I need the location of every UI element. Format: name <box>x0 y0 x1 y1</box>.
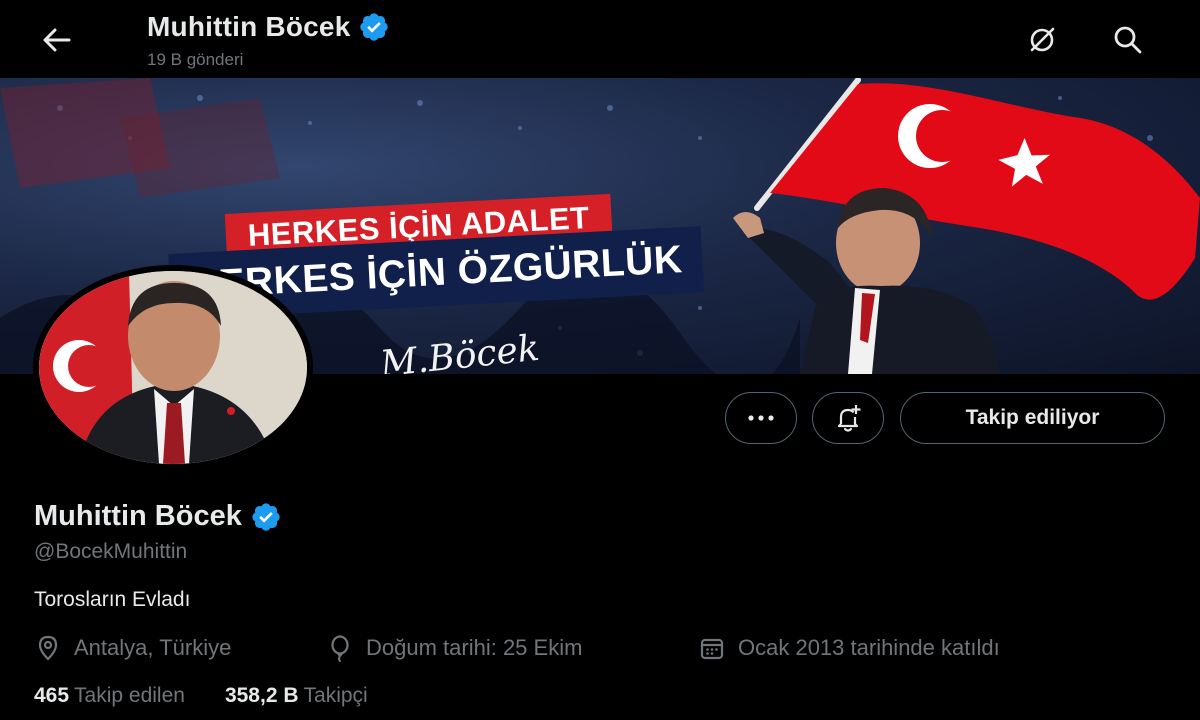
location-text: Antalya, Türkiye <box>74 635 232 660</box>
search-icon <box>1114 26 1142 54</box>
following-button[interactable]: Takip ediliyor <box>900 392 1165 444</box>
profile-handle: @BocekMuhittin <box>34 540 188 563</box>
location-pin-icon <box>38 635 58 661</box>
birthday-text: Doğum tarihi: 25 Ekim <box>366 635 583 660</box>
verified-badge-icon <box>360 13 389 41</box>
joined-text: Ocak 2013 tarihinde katıldı <box>738 635 1000 660</box>
profile-name: Muhittin Böcek <box>34 500 242 532</box>
post-count: 19 B gönderi <box>147 50 244 69</box>
more-dots-icon <box>748 415 774 421</box>
header-title: Muhittin Böcek <box>147 11 390 43</box>
follow-stats: 465 Takip edilen 358,2 B Takipçi <box>34 684 368 708</box>
search-button[interactable] <box>1106 18 1150 62</box>
following-link[interactable]: 465 Takip edilen <box>34 684 185 708</box>
following-label: Takip edilen <box>74 684 185 707</box>
notify-button[interactable] <box>812 392 884 444</box>
balloon-icon <box>331 635 349 662</box>
followers-link[interactable]: 358,2 B Takipçi <box>225 684 368 708</box>
profile-location: Antalya, Türkiye <box>34 633 231 663</box>
circle-slash-button[interactable] <box>1020 18 1064 62</box>
avatar[interactable] <box>33 265 313 470</box>
profile-name-row: Muhittin Böcek <box>34 500 282 533</box>
profile-bio: Torosların Evladı <box>34 588 191 611</box>
back-button[interactable] <box>34 18 78 62</box>
back-arrow-icon <box>43 28 71 52</box>
profile-birthday: Doğum tarihi: 25 Ekim <box>326 633 582 663</box>
profile-joined: Ocak 2013 tarihinde katıldı <box>698 633 1000 663</box>
profile-page: Muhittin Böcek 19 B gönderi HERKES İÇİN … <box>0 0 1200 720</box>
circle-slash-icon <box>1030 27 1055 52</box>
header-name: Muhittin Böcek <box>147 11 351 42</box>
followers-count: 358,2 B <box>224 684 299 707</box>
top-bar: Muhittin Böcek 19 B gönderi <box>0 0 1200 78</box>
verified-badge-icon[interactable] <box>250 501 282 533</box>
calendar-icon <box>700 638 724 660</box>
avatar-portrait <box>39 271 307 464</box>
following-count: 465 <box>34 684 70 707</box>
more-button[interactable] <box>725 392 797 444</box>
avatar-photo <box>39 271 307 464</box>
followers-label: Takipçi <box>303 684 368 707</box>
bell-plus-icon <box>837 405 861 432</box>
